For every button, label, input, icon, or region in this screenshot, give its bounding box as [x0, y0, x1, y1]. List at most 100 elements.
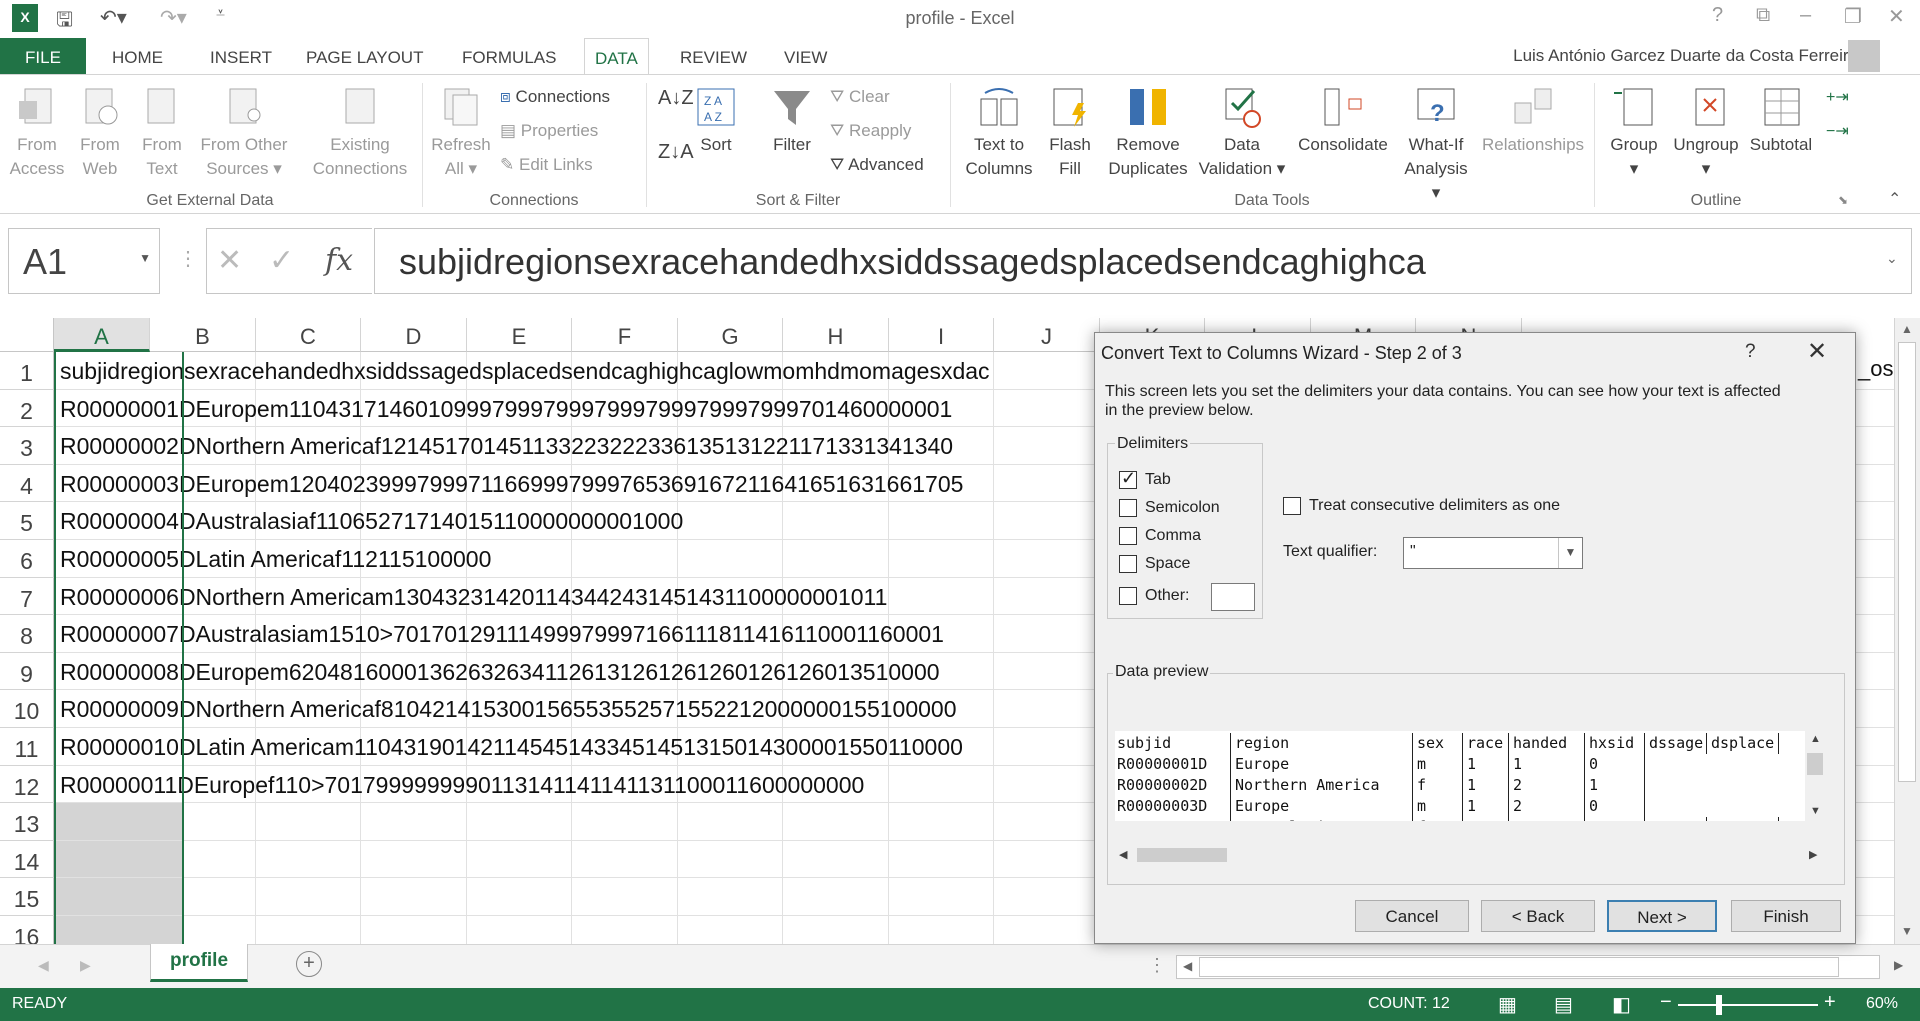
connections-button[interactable]: ⧈ Connections: [500, 87, 610, 107]
next-sheet-icon[interactable]: ▶: [80, 957, 91, 974]
avatar[interactable]: [1848, 40, 1880, 72]
scroll-right-icon[interactable]: ▶: [1894, 958, 1903, 972]
comma-label[interactable]: Comma: [1145, 527, 1201, 545]
column-header-c[interactable]: C: [256, 318, 361, 352]
splitter-grip-icon[interactable]: ⋮: [1148, 955, 1166, 976]
help-button[interactable]: ?: [1745, 341, 1756, 363]
page-break-view-icon[interactable]: ◧: [1612, 992, 1631, 1017]
reapply-button[interactable]: ⛛ Reapply: [830, 121, 911, 141]
comma-checkbox[interactable]: [1119, 527, 1137, 545]
scroll-down-icon[interactable]: ▼: [1810, 805, 1821, 817]
row-header-16[interactable]: 16: [0, 916, 54, 944]
advanced-button[interactable]: ⛛ Advanced: [830, 155, 924, 175]
horizontal-scrollbar[interactable]: ◀: [1176, 955, 1880, 979]
preview-vscroll[interactable]: ▲ ▼: [1805, 731, 1825, 821]
properties-button[interactable]: ▤ Properties: [500, 121, 598, 141]
preview-hscroll[interactable]: ◀ ▶: [1115, 845, 1825, 865]
close-icon[interactable]: ✕: [1888, 4, 1905, 29]
tab-review[interactable]: REVIEW: [670, 44, 757, 72]
ribbon-display-icon[interactable]: ⧉: [1756, 4, 1770, 27]
cancel-button[interactable]: Cancel: [1355, 900, 1469, 932]
row-header-5[interactable]: 5: [0, 502, 54, 540]
sort-ascending-icon[interactable]: A↓Z: [658, 87, 694, 110]
formula-input[interactable]: subjidregionsexracehandedhxsiddssagedspl…: [374, 228, 1912, 294]
group-button[interactable]: Group ▾: [1604, 85, 1664, 181]
from-web-button[interactable]: From Web: [72, 85, 128, 181]
from-text-button[interactable]: From Text: [134, 85, 190, 181]
column-header-e[interactable]: E: [467, 318, 572, 352]
scroll-up-icon[interactable]: ▲: [1810, 733, 1821, 745]
zoom-slider[interactable]: [1678, 1004, 1818, 1006]
finish-button[interactable]: Finish: [1731, 900, 1841, 932]
column-header-a[interactable]: A: [54, 318, 150, 352]
vertical-scrollbar[interactable]: ▲ ▼: [1894, 318, 1920, 944]
preview-hscroll-thumb[interactable]: [1137, 848, 1227, 862]
next-button[interactable]: Next >: [1607, 900, 1717, 932]
column-header-b[interactable]: B: [150, 318, 256, 352]
show-detail-icon[interactable]: +⇥: [1826, 87, 1849, 107]
normal-view-icon[interactable]: ▦: [1498, 992, 1517, 1017]
relationships-button[interactable]: Relationships: [1478, 85, 1588, 157]
user-name[interactable]: Luis António Garcez Duarte da Costa Ferr…: [1513, 46, 1858, 66]
select-all-corner[interactable]: [0, 318, 54, 352]
zoom-level[interactable]: 60%: [1866, 995, 1898, 1013]
tab-insert[interactable]: INSERT: [200, 44, 282, 72]
row-header-3[interactable]: 3: [0, 427, 54, 465]
scroll-left-icon[interactable]: ◀: [1183, 959, 1192, 973]
row-header-8[interactable]: 8: [0, 615, 54, 653]
semicolon-label[interactable]: Semicolon: [1145, 499, 1220, 517]
preview-vscroll-thumb[interactable]: [1807, 753, 1823, 775]
scroll-down-icon[interactable]: ▼: [1901, 924, 1913, 938]
hscroll-thumb[interactable]: [1199, 957, 1839, 977]
column-header-f[interactable]: F: [572, 318, 678, 352]
tab-checkbox[interactable]: ✓: [1119, 468, 1137, 489]
scroll-up-icon[interactable]: ▲: [1901, 322, 1913, 336]
back-button[interactable]: < Back: [1481, 900, 1595, 932]
row-header-13[interactable]: 13: [0, 803, 54, 841]
cell-a14[interactable]: [54, 840, 184, 878]
consolidate-button[interactable]: Consolidate: [1292, 85, 1394, 157]
cell-a13[interactable]: [54, 803, 184, 840]
consecutive-checkbox[interactable]: [1283, 497, 1301, 515]
tab-data[interactable]: DATA: [584, 38, 649, 76]
flash-fill-button[interactable]: Flash Fill: [1044, 85, 1096, 181]
row-header-11[interactable]: 11: [0, 728, 54, 766]
insert-function-icon[interactable]: fx: [325, 243, 353, 278]
row-header-10[interactable]: 10: [0, 690, 54, 728]
column-header-j[interactable]: J: [994, 318, 1100, 352]
name-box[interactable]: A1 ▼: [8, 228, 160, 294]
tab-page-layout[interactable]: PAGE LAYOUT: [296, 44, 433, 72]
consecutive-label[interactable]: Treat consecutive delimiters as one: [1309, 497, 1560, 515]
subtotal-button[interactable]: Subtotal: [1746, 85, 1816, 157]
row-header-2[interactable]: 2: [0, 389, 54, 428]
close-button[interactable]: ✕: [1807, 337, 1827, 366]
minimize-icon[interactable]: –: [1800, 4, 1811, 27]
tab-view[interactable]: VIEW: [774, 44, 837, 72]
column-header-g[interactable]: G: [678, 318, 783, 352]
clear-button[interactable]: ⛛ Clear: [830, 87, 890, 107]
scroll-right-icon[interactable]: ▶: [1809, 848, 1817, 861]
semicolon-checkbox[interactable]: [1119, 499, 1137, 517]
sheet-tab-profile[interactable]: profile: [150, 944, 248, 982]
edit-links-button[interactable]: ✎ Edit Links: [500, 155, 593, 175]
text-qualifier-select[interactable]: " ▼: [1403, 537, 1583, 569]
cancel-icon[interactable]: ✕: [217, 243, 242, 278]
scroll-left-icon[interactable]: ◀: [1119, 848, 1127, 861]
row-header-7[interactable]: 7: [0, 577, 54, 616]
sort-button[interactable]: Z A A Z Sort: [690, 85, 742, 157]
help-icon[interactable]: ?: [1712, 4, 1723, 27]
collapse-ribbon-icon[interactable]: ⌃: [1888, 189, 1901, 209]
from-access-button[interactable]: From Access: [6, 85, 68, 181]
add-sheet-icon[interactable]: +: [296, 951, 322, 977]
other-input[interactable]: [1211, 583, 1255, 611]
space-checkbox[interactable]: [1119, 555, 1137, 573]
prev-sheet-icon[interactable]: ◀: [38, 957, 49, 974]
existing-connections-button[interactable]: Existing Connections: [306, 85, 414, 181]
row-header-12[interactable]: 12: [0, 765, 54, 804]
ungroup-button[interactable]: Ungroup ▾: [1668, 85, 1744, 181]
other-label[interactable]: Other:: [1145, 587, 1189, 605]
from-other-sources-button[interactable]: From Other Sources ▾: [194, 85, 294, 181]
data-validation-button[interactable]: Data Validation ▾: [1196, 85, 1288, 181]
tab-home[interactable]: HOME: [102, 44, 173, 72]
row-header-4[interactable]: 4: [0, 464, 54, 503]
